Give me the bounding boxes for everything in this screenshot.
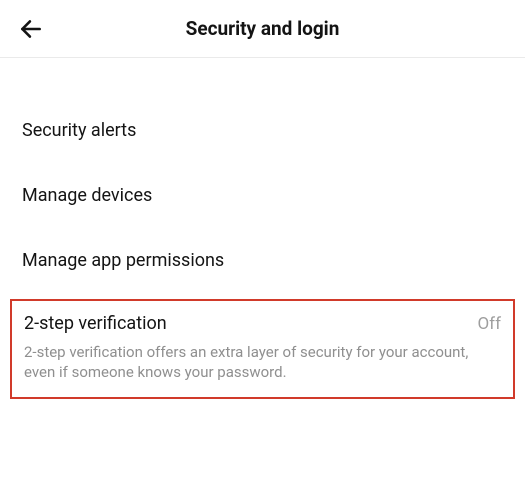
manage-app-permissions-row[interactable]: Manage app permissions <box>0 228 525 293</box>
two-step-verification-row[interactable]: 2-step verification Off 2-step verificat… <box>10 299 515 399</box>
two-step-description: 2-step verification offers an extra laye… <box>24 342 501 383</box>
page-title: Security and login <box>0 17 525 40</box>
header-bar: Security and login <box>0 0 525 58</box>
two-step-header: 2-step verification Off <box>24 313 501 334</box>
security-alerts-label: Security alerts <box>22 120 503 141</box>
manage-devices-label: Manage devices <box>22 185 503 206</box>
manage-app-permissions-label: Manage app permissions <box>22 250 503 271</box>
security-alerts-row[interactable]: Security alerts <box>0 98 525 163</box>
back-button[interactable] <box>18 16 44 42</box>
two-step-label: 2-step verification <box>24 313 167 334</box>
arrow-left-icon <box>18 16 44 42</box>
two-step-status: Off <box>477 314 501 334</box>
manage-devices-row[interactable]: Manage devices <box>0 163 525 228</box>
settings-list: Security alerts Manage devices Manage ap… <box>0 58 525 399</box>
